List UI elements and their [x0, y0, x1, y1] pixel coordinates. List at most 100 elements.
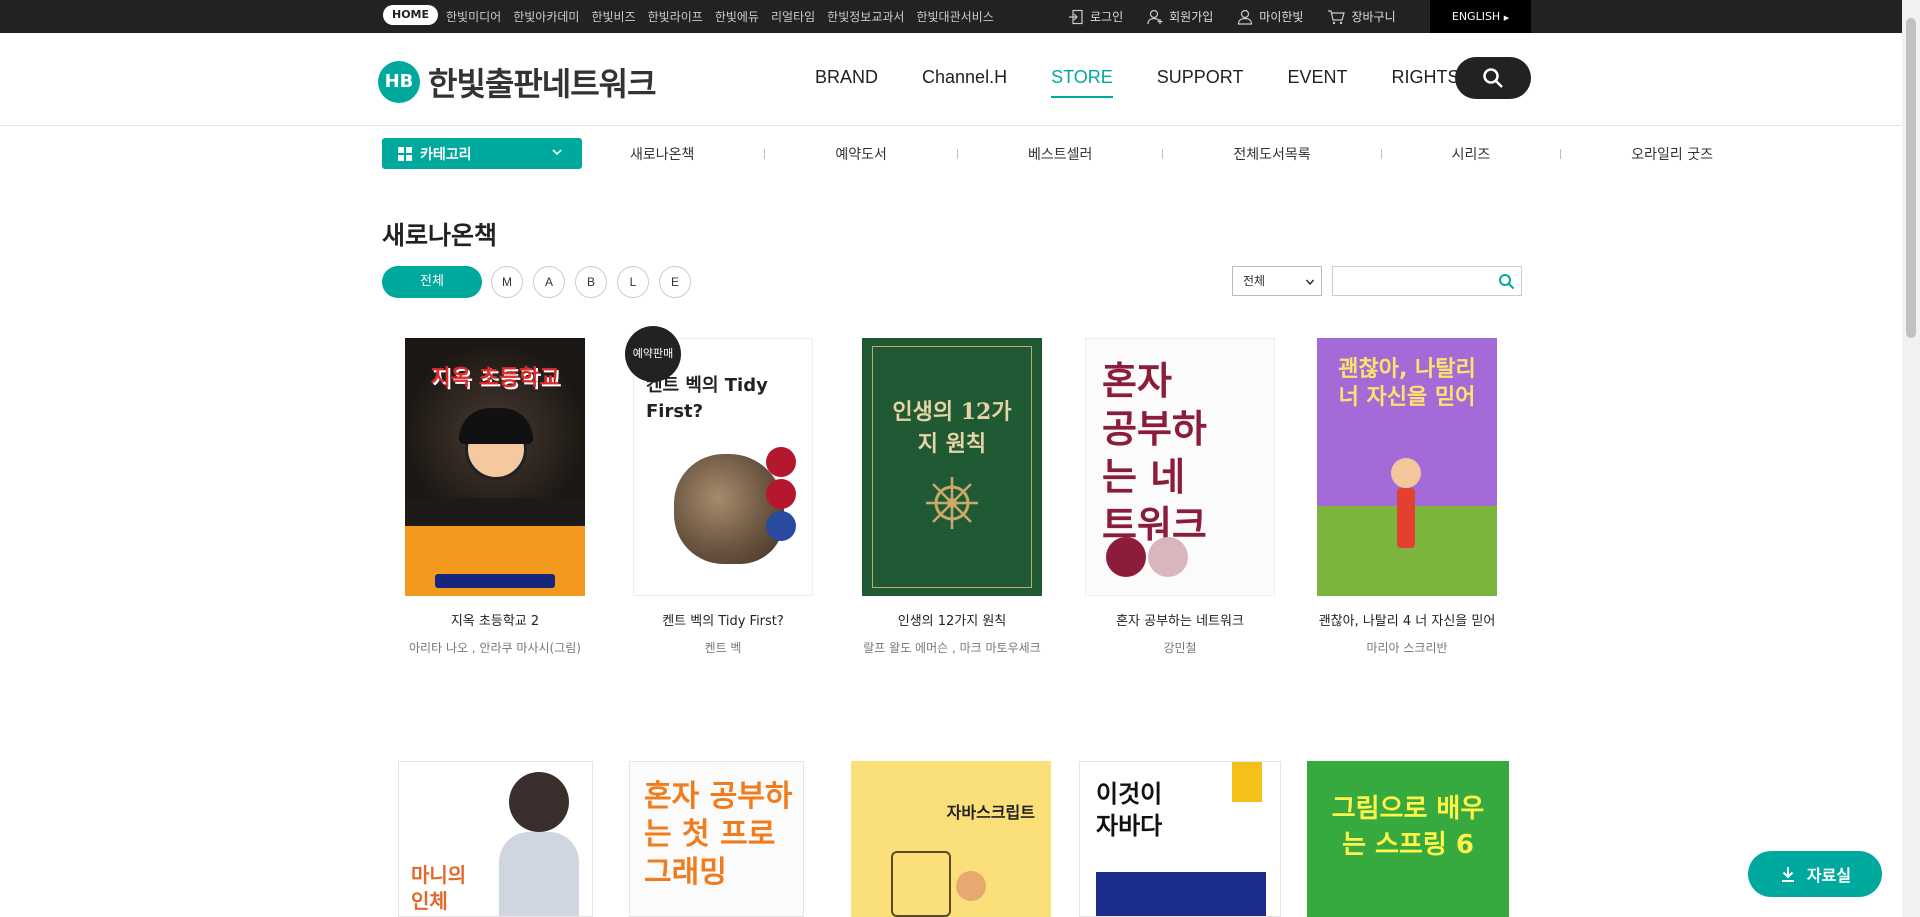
book-title[interactable]: 괜찮아, 나탈리 4 너 자신을 믿어 — [1292, 610, 1522, 629]
store-subnav: 새로나온책 예약도서 베스트셀러 전체도서목록 시리즈 오라일리 굿즈 — [630, 144, 1713, 164]
cover-title: 자바스크립트 — [946, 803, 1035, 822]
cover-title: 지옥 초등학교 — [430, 366, 560, 391]
mypage-link[interactable]: 마이한빛 — [1237, 8, 1303, 25]
subnav-bestseller[interactable]: 베스트셀러 — [1028, 144, 1092, 164]
nav-channel-h[interactable]: Channel.H — [922, 67, 1007, 98]
chevron-down-icon — [1305, 279, 1315, 286]
book-cover[interactable]: 인생의 12가지 원칙 — [862, 338, 1042, 596]
subnav-new-books[interactable]: 새로나온책 — [630, 144, 694, 164]
subnav-preorder[interactable]: 예약도서 — [835, 144, 887, 164]
subnav-series[interactable]: 시리즈 — [1452, 144, 1491, 164]
logo-mark: HB — [378, 61, 420, 103]
site-link[interactable]: 한빛미디어 — [446, 8, 501, 25]
nav-brand[interactable]: BRAND — [815, 67, 878, 98]
divider — [1380, 149, 1382, 159]
signup-link[interactable]: 회원가입 — [1147, 8, 1213, 25]
book-title[interactable]: 켄트 벡의 Tidy First? — [608, 610, 838, 629]
nav-event[interactable]: EVENT — [1287, 67, 1347, 98]
book-cover[interactable]: 혼자 공부하는 첫 프로그래밍 — [629, 761, 804, 917]
divider — [764, 149, 766, 159]
search-icon[interactable] — [1498, 273, 1515, 290]
divider — [956, 149, 958, 159]
sort-select[interactable]: 전체 — [1232, 266, 1322, 296]
data-room-button[interactable]: 자료실 — [1748, 851, 1882, 897]
book-title[interactable]: 인생의 12가지 원칙 — [837, 610, 1067, 629]
home-link[interactable]: HOME — [383, 5, 439, 25]
cover-title: 혼자 공부하는 네트워크 — [1102, 359, 1207, 547]
cover-title: 인생의 12가지 원칙 — [892, 399, 1012, 457]
cover-title: 이것이 자바다 — [1096, 780, 1163, 840]
family-site-links: 한빛미디어 한빛아카데미 한빛비즈 한빛라이프 한빛에듀 리얼타임 한빛정보교과… — [446, 0, 1006, 33]
cover-title: 그림으로 배우는 스프링 6 — [1331, 794, 1485, 860]
book-author: 아리타 나오 , 안라쿠 마사시(그림) — [409, 641, 581, 655]
filter-l-button[interactable]: L — [617, 266, 649, 298]
cover-title: 괜찮아, 나탈리 너 자신을 믿어 — [1338, 357, 1476, 410]
subnav-oreilly-goods[interactable]: 오라일리 굿즈 — [1631, 144, 1713, 164]
book-cover[interactable]: 마니의 인체 — [398, 761, 593, 917]
download-icon — [1781, 867, 1794, 882]
english-site-button[interactable]: ENGLISH ▶ — [1430, 0, 1531, 33]
sort-select-value: 전체 — [1243, 274, 1266, 288]
caret-right-icon: ▶ — [1503, 14, 1510, 22]
book-author: 강민철 — [1163, 641, 1197, 655]
mypage-label: 마이한빛 — [1259, 10, 1304, 24]
search-button[interactable] — [1455, 57, 1531, 99]
book-cover[interactable]: 그림으로 배우는 스프링 6 — [1307, 761, 1509, 917]
site-link[interactable]: 한빛비즈 — [591, 8, 635, 25]
book-cover[interactable]: 이것이 자바다 — [1079, 761, 1281, 917]
site-link[interactable]: 리얼타임 — [771, 8, 815, 25]
logo[interactable]: HB 한빛출판네트워크 — [378, 59, 657, 105]
book-search-input[interactable] — [1332, 266, 1522, 296]
grid-icon — [398, 146, 412, 161]
login-icon — [1069, 9, 1083, 24]
global-nav: BRAND Channel.H STORE SUPPORT EVENT RIGH… — [815, 67, 1503, 98]
page-scrollbar[interactable] — [1902, 0, 1920, 917]
book-cover[interactable]: 혼자 공부하는 네트워크 — [1085, 338, 1275, 596]
book-author: 마리아 스크리반 — [1366, 641, 1448, 655]
page-title: 새로나온책 — [382, 221, 498, 250]
main-header: HB 한빛출판네트워크 BRAND Channel.H STORE SUPPOR… — [0, 33, 1902, 126]
cover-title: 혼자 공부하는 첫 프로그래밍 — [644, 779, 793, 890]
signup-label: 회원가입 — [1169, 10, 1214, 24]
english-label: ENGLISH — [1451, 10, 1501, 23]
login-label: 로그인 — [1090, 10, 1124, 24]
chevron-down-icon — [552, 149, 562, 156]
user-add-icon — [1147, 9, 1163, 24]
logo-text: 한빛출판네트워크 — [428, 65, 657, 103]
book-title[interactable]: 지옥 초등학교 2 — [380, 610, 610, 629]
site-link[interactable]: 한빛에듀 — [715, 8, 759, 25]
site-link[interactable]: 한빛라이프 — [648, 8, 703, 25]
category-label: 카테고리 — [420, 146, 472, 163]
search-icon — [1483, 68, 1503, 88]
category-button[interactable]: 카테고리 — [382, 138, 582, 169]
filter-e-button[interactable]: E — [659, 266, 691, 298]
filter-a-button[interactable]: A — [533, 266, 565, 298]
nav-store[interactable]: STORE — [1051, 67, 1113, 98]
book-title[interactable]: 혼자 공부하는 네트워크 — [1065, 610, 1295, 629]
book-cover[interactable]: 자바스크립트 — [851, 761, 1051, 917]
cart-label: 장바구니 — [1351, 10, 1396, 24]
book-cover[interactable]: 괜찮아, 나탈리 너 자신을 믿어 — [1317, 338, 1497, 596]
scrollbar-thumb[interactable] — [1906, 18, 1916, 338]
book-author: 켄트 벡 — [704, 641, 742, 655]
filter-b-button[interactable]: B — [575, 266, 607, 298]
nav-support[interactable]: SUPPORT — [1157, 67, 1244, 98]
top-utility-bar: HOME 한빛미디어 한빛아카데미 한빛비즈 한빛라이프 한빛에듀 리얼타임 한… — [0, 0, 1902, 33]
preorder-badge: 예약판매 — [625, 326, 681, 382]
ship-wheel-icon — [926, 477, 978, 529]
cart-link[interactable]: 장바구니 — [1327, 8, 1396, 25]
filter-all-button[interactable]: 전체 — [382, 266, 482, 298]
user-icon — [1238, 9, 1253, 25]
subnav-all-books[interactable]: 전체도서목록 — [1233, 144, 1310, 164]
nav-rights[interactable]: RIGHTS — [1391, 67, 1459, 98]
filter-m-button[interactable]: M — [491, 266, 523, 298]
site-link[interactable]: 한빛아카데미 — [513, 8, 579, 25]
book-author: 랄프 왈도 에머슨 , 마크 마토우세크 — [863, 641, 1041, 655]
site-link[interactable]: 한빛정보교과서 — [827, 8, 904, 25]
divider — [1560, 149, 1562, 159]
login-link[interactable]: 로그인 — [1068, 8, 1123, 25]
divider — [1162, 149, 1164, 159]
cover-title: 마니의 인체 — [411, 863, 467, 913]
book-cover[interactable]: 지옥 초등학교 — [405, 338, 585, 596]
site-link[interactable]: 한빛대관서비스 — [916, 8, 993, 25]
